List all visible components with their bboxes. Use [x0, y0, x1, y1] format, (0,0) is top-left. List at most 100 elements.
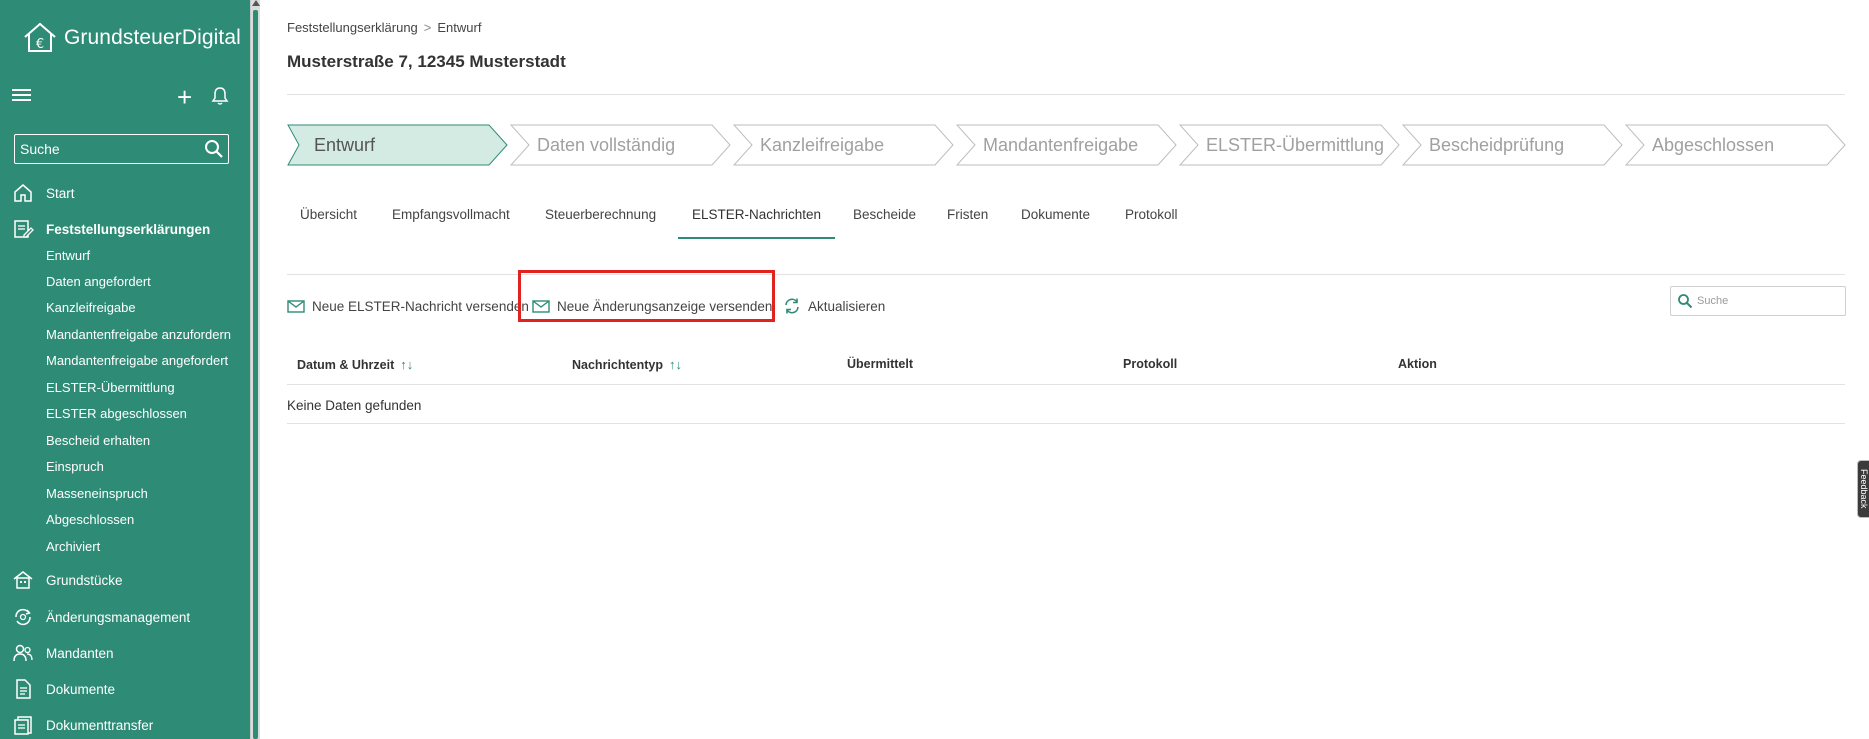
step-label: Bescheidprüfung — [1429, 135, 1565, 155]
envelope-icon — [287, 300, 305, 313]
empty-table-message: Keine Daten gefunden — [287, 398, 422, 413]
tab-elster-nachrichten[interactable]: ELSTER-Nachrichten — [692, 200, 821, 229]
column-header-label: Nachrichtentyp — [572, 357, 663, 372]
hamburger-menu-icon[interactable] — [12, 86, 32, 104]
nav-dokumente-label: Dokumente — [46, 681, 116, 697]
nav-aenderungsmanagement[interactable]: Änderungsmanagement — [12, 606, 190, 628]
document-icon — [16, 679, 31, 699]
new-elster-message-label: Neue ELSTER-Nachricht versenden — [312, 298, 529, 314]
sidebar-subitem-kanzleifreigabe[interactable]: Kanzleifreigabe — [46, 300, 136, 315]
column-header-protokoll: Protokoll — [1123, 357, 1177, 371]
sidebar-subitem-masseneinspruch[interactable]: Masseneinspruch — [46, 486, 148, 501]
status-stepper: Entwurf Daten vollständig Kanzleifreigab… — [287, 124, 1847, 166]
sidebar-scrollbar[interactable] — [250, 0, 260, 739]
nav-feststellungserklaerungen[interactable]: Feststellungserklärungen — [12, 218, 210, 240]
divider — [287, 384, 1845, 385]
tab-bescheide[interactable]: Bescheide — [853, 200, 916, 229]
sidebar-search-input[interactable]: Suche — [14, 134, 229, 164]
breadcrumb: Feststellungserklärung > Entwurf — [287, 20, 481, 35]
svg-text:€: € — [36, 37, 44, 52]
bell-icon[interactable] — [210, 86, 230, 106]
nav-start[interactable]: Start — [12, 182, 75, 204]
feedback-tab-label: Feedback — [1859, 469, 1869, 509]
new-change-notice-label: Neue Änderungsanzeige versenden — [557, 298, 773, 314]
sidebar-scrollbar-thumb[interactable] — [253, 10, 258, 739]
step-label: Abgeschlossen — [1652, 135, 1775, 155]
column-header-label: Protokoll — [1123, 357, 1178, 371]
nav-start-label: Start — [46, 185, 75, 201]
sidebar-subitem-abgeschlossen[interactable]: Abgeschlossen — [46, 512, 134, 527]
tab-fristen[interactable]: Fristen — [947, 200, 988, 229]
sidebar-search-placeholder: Suche — [20, 141, 60, 157]
column-header-label: Aktion — [1398, 357, 1437, 371]
table-search-placeholder: Suche — [1697, 295, 1729, 307]
sidebar-subitem-elster-uebermittlung[interactable]: ELSTER-Übermittlung — [46, 380, 175, 395]
page-title: Musterstraße 7, 12345 Musterstadt — [287, 52, 566, 71]
column-header-nachrichtentyp[interactable]: Nachrichtentyp ↑↓ — [572, 357, 682, 372]
building-icon — [13, 571, 33, 589]
column-header-aktion: Aktion — [1398, 357, 1437, 371]
refresh-label: Aktualisieren — [808, 298, 886, 314]
breadcrumb-current: Entwurf — [437, 20, 482, 35]
nav-aenderungsmanagement-label: Änderungsmanagement — [46, 609, 191, 625]
divider — [287, 274, 1845, 275]
sidebar-subitem-archiviert[interactable]: Archiviert — [46, 539, 100, 554]
step-label: Daten vollständig — [537, 135, 676, 155]
sidebar-subitem-einspruch[interactable]: Einspruch — [46, 459, 104, 474]
tab-dokumente[interactable]: Dokumente — [1021, 200, 1090, 229]
tab-uebersicht[interactable]: Übersicht — [300, 200, 357, 229]
sidebar-subitem-mandantenfreigabe-anzufordern[interactable]: Mandantenfreigabe anzufordern — [46, 327, 231, 342]
divider — [287, 423, 1845, 424]
tab-protokoll[interactable]: Protokoll — [1125, 200, 1178, 229]
step-label: ELSTER-Übermittlung — [1206, 135, 1385, 155]
document-edit-icon — [14, 220, 34, 238]
column-header-datum[interactable]: Datum & Uhrzeit ↑↓ — [297, 357, 413, 372]
table-search-input[interactable]: Suche — [1670, 286, 1846, 316]
logo[interactable]: € GrundsteuerDigital — [22, 20, 241, 56]
main-content: Feststellungserklärung > Entwurf Musters… — [287, 0, 1847, 739]
tab-empfangsvollmacht[interactable]: Empfangsvollmacht — [392, 200, 510, 229]
column-header-uebermittelt: Übermittelt — [847, 357, 913, 371]
tab-bar: Übersicht Empfangsvollmacht Steuerberech… — [287, 200, 1847, 242]
sidebar-subitem-elster-abgeschlossen[interactable]: ELSTER abgeschlossen — [46, 406, 187, 421]
home-icon — [14, 184, 32, 202]
add-icon[interactable]: + — [177, 84, 192, 110]
sort-icon[interactable]: ↑↓ — [669, 357, 682, 372]
new-change-notice-button[interactable]: Neue Änderungsanzeige versenden — [532, 286, 772, 326]
nav-mandanten-label: Mandanten — [46, 645, 114, 661]
sidebar-subitem-daten-angefordert[interactable]: Daten angefordert — [46, 274, 151, 289]
nav-dokumente[interactable]: Dokumente — [12, 678, 115, 700]
nav-mandanten[interactable]: Mandanten — [12, 642, 114, 664]
search-icon[interactable] — [203, 138, 225, 160]
sidebar-subitem-bescheid-erhalten[interactable]: Bescheid erhalten — [46, 433, 150, 448]
sidebar: € GrundsteuerDigital + Suche Start Fests… — [0, 0, 250, 739]
divider — [287, 94, 1845, 95]
users-icon — [13, 644, 33, 662]
active-tab-indicator — [678, 237, 835, 239]
nav-feststellungserklaerungen-label: Feststellungserklärungen — [46, 221, 211, 237]
breadcrumb-parent[interactable]: Feststellungserklärung — [287, 20, 418, 35]
nav-dokumenttransfer-label: Dokumenttransfer — [46, 717, 154, 733]
column-header-label: Datum & Uhrzeit — [297, 357, 395, 372]
step-label: Mandantenfreigabe — [983, 135, 1139, 155]
refresh-icon — [785, 298, 799, 314]
step-label: Kanzleifreigabe — [760, 135, 885, 155]
toolbar: Neue ELSTER-Nachricht versenden Neue Änd… — [287, 270, 1847, 326]
nav-dokumenttransfer[interactable]: Dokumenttransfer — [12, 714, 153, 736]
change-cycle-icon — [15, 608, 31, 626]
envelope-icon — [532, 300, 550, 313]
nav-grundstuecke-label: Grundstücke — [46, 572, 123, 588]
tab-steuerberechnung[interactable]: Steuerberechnung — [545, 200, 656, 229]
sidebar-subitem-mandantenfreigabe-angefordert[interactable]: Mandantenfreigabe angefordert — [46, 353, 228, 368]
refresh-button[interactable]: Aktualisieren — [783, 286, 885, 326]
sidebar-toolbar: + — [12, 84, 232, 110]
sort-icon[interactable]: ↑↓ — [400, 357, 413, 372]
table-header: Datum & Uhrzeit ↑↓ Nachrichtentyp ↑↓ Übe… — [287, 354, 1847, 384]
feedback-tab[interactable]: Feedback — [1857, 460, 1869, 518]
scroll-up-arrow-icon[interactable] — [252, 0, 260, 6]
step-label: Entwurf — [314, 135, 376, 155]
nav-grundstuecke[interactable]: Grundstücke — [12, 569, 123, 591]
document-transfer-icon — [14, 716, 32, 735]
new-elster-message-button[interactable]: Neue ELSTER-Nachricht versenden — [287, 286, 529, 326]
sidebar-subitem-entwurf[interactable]: Entwurf — [46, 248, 90, 263]
